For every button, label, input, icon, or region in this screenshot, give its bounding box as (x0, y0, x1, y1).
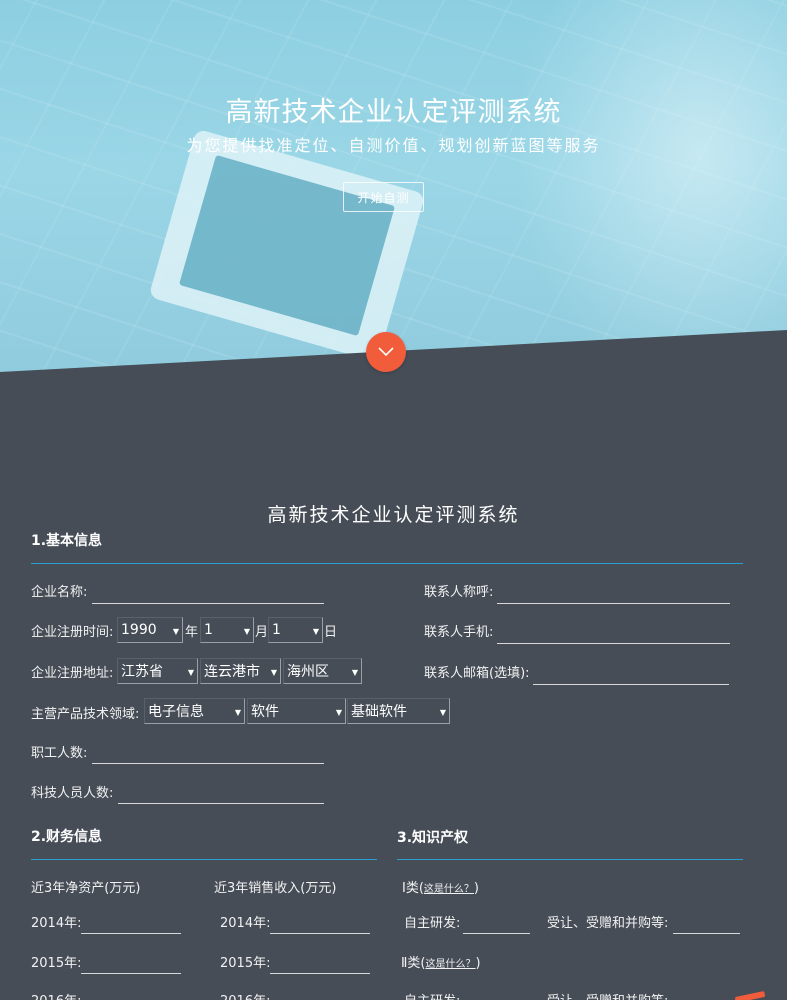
net-assets-2014-label: 2014年: (31, 916, 82, 931)
staff-count-label: 职工人数: (31, 746, 88, 761)
tech-field-1-value: 电子信息 (148, 704, 204, 720)
ip-class1-transfer-input[interactable] (673, 933, 740, 934)
revenue-2014-input[interactable] (270, 933, 370, 934)
caret-down-icon: ▼ (234, 708, 241, 717)
net-assets-label: 近3年净资产(万元) (31, 881, 141, 896)
scroll-down-button[interactable] (366, 332, 406, 372)
section-basic-info-heading: 1.基本信息 (31, 533, 103, 549)
city-select[interactable]: 连云港市 ▼ (200, 658, 281, 684)
section-divider (31, 859, 377, 860)
net-assets-2014-input[interactable] (81, 933, 181, 934)
caret-down-icon: ▼ (351, 668, 358, 677)
start-test-button[interactable]: 开始自测 (343, 182, 424, 212)
section-finance-heading: 2.财务信息 (31, 829, 103, 845)
contact-name-label: 联系人称呼: (424, 585, 494, 600)
hero-title: 高新技术企业认定评测系统 (225, 97, 562, 128)
ip-class1-text: Ⅰ类( (402, 881, 424, 896)
caret-down-icon: ▼ (439, 708, 446, 717)
form-title: 高新技术企业认定评测系统 (267, 504, 520, 526)
tech-field-2-value: 软件 (251, 704, 279, 720)
caret-down-icon: ▼ (187, 668, 194, 677)
ip-class1-help-link[interactable]: 这是什么？ (424, 884, 474, 895)
month-select[interactable]: 1 ▼ (200, 617, 254, 643)
year-unit: 年 (185, 625, 199, 640)
tech-field-label: 主营产品技术领域: (31, 707, 140, 722)
contact-email-label: 联系人邮箱(选填): (424, 666, 530, 681)
company-name-label: 企业名称: (31, 585, 88, 600)
staff-count-input[interactable] (92, 763, 324, 764)
year-select[interactable]: 1990 ▼ (117, 617, 183, 643)
district-select[interactable]: 海州区 ▼ (283, 658, 362, 684)
revenue-2016-label: 2016年: (220, 990, 270, 1000)
tech-field-select-1[interactable]: 电子信息 ▼ (144, 698, 245, 724)
revenue-2015-label: 2015年: (220, 956, 271, 971)
section-divider (31, 563, 743, 564)
section-divider (397, 859, 743, 860)
contact-phone-input[interactable] (497, 643, 730, 644)
day-unit: 日 (324, 625, 338, 640)
district-select-value: 海州区 (287, 664, 329, 680)
province-select[interactable]: 江苏省 ▼ (117, 658, 198, 684)
chevron-down-icon (378, 347, 394, 357)
net-assets-2015-input[interactable] (81, 973, 181, 974)
reg-time-label: 企业注册时间: (31, 625, 114, 640)
caret-down-icon: ▼ (243, 627, 250, 636)
city-select-value: 连云港市 (204, 664, 260, 680)
tech-field-3-value: 基础软件 (351, 704, 407, 720)
ip-class2-close: ) (475, 956, 481, 971)
revenue-2015-input[interactable] (270, 973, 370, 974)
year-select-value: 1990 (121, 622, 157, 638)
contact-email-input[interactable] (533, 684, 729, 685)
net-assets-2016-label: 2016年: (31, 990, 81, 1000)
ip-class2-self-dev-label: 自主研发: (404, 990, 460, 1000)
contact-phone-label: 联系人手机: (424, 625, 494, 640)
ip-class2-label: Ⅱ类(这是什么？) (401, 952, 481, 971)
ip-class1-label: Ⅰ类(这是什么？) (402, 877, 479, 896)
floating-action-tab[interactable] (734, 990, 766, 1000)
ip-class2-text: Ⅱ类( (401, 956, 426, 971)
ip-class2-help-link[interactable]: 这是什么？ (425, 959, 475, 970)
tech-field-select-2[interactable]: 软件 ▼ (247, 698, 346, 724)
reg-address-label: 企业注册地址: (31, 666, 114, 681)
net-assets-2015-label: 2015年: (31, 956, 82, 971)
caret-down-icon: ▼ (172, 627, 179, 636)
hero-subtitle: 为您提供找准定位、自测价值、规划创新蓝图等服务 (186, 136, 601, 155)
tech-staff-count-input[interactable] (118, 803, 324, 804)
ip-class1-self-dev-label: 自主研发: (404, 916, 461, 931)
revenue-2014-label: 2014年: (220, 916, 271, 931)
revenue-label: 近3年销售收入(万元) (214, 881, 337, 896)
company-name-input[interactable] (92, 603, 324, 604)
month-select-value: 1 (204, 622, 213, 638)
ip-class1-self-dev-input[interactable] (463, 933, 530, 934)
caret-down-icon: ▼ (270, 668, 277, 677)
ip-class2-transfer-label: 受让、受赠和并购等: (547, 990, 668, 1000)
caret-down-icon: ▼ (312, 627, 319, 636)
ip-class1-transfer-label: 受让、受赠和并购等: (547, 916, 669, 931)
tech-field-select-3[interactable]: 基础软件 ▼ (347, 698, 450, 724)
caret-down-icon: ▼ (335, 708, 342, 717)
province-select-value: 江苏省 (121, 664, 163, 680)
month-unit: 月 (255, 625, 269, 640)
day-select-value: 1 (272, 622, 281, 638)
ip-class1-close: ) (473, 881, 479, 896)
contact-name-input[interactable] (497, 603, 730, 604)
day-select[interactable]: 1 ▼ (268, 617, 323, 643)
tech-staff-count-label: 科技人员人数: (31, 786, 114, 801)
section-ip-heading: 3.知识产权 (397, 830, 469, 846)
